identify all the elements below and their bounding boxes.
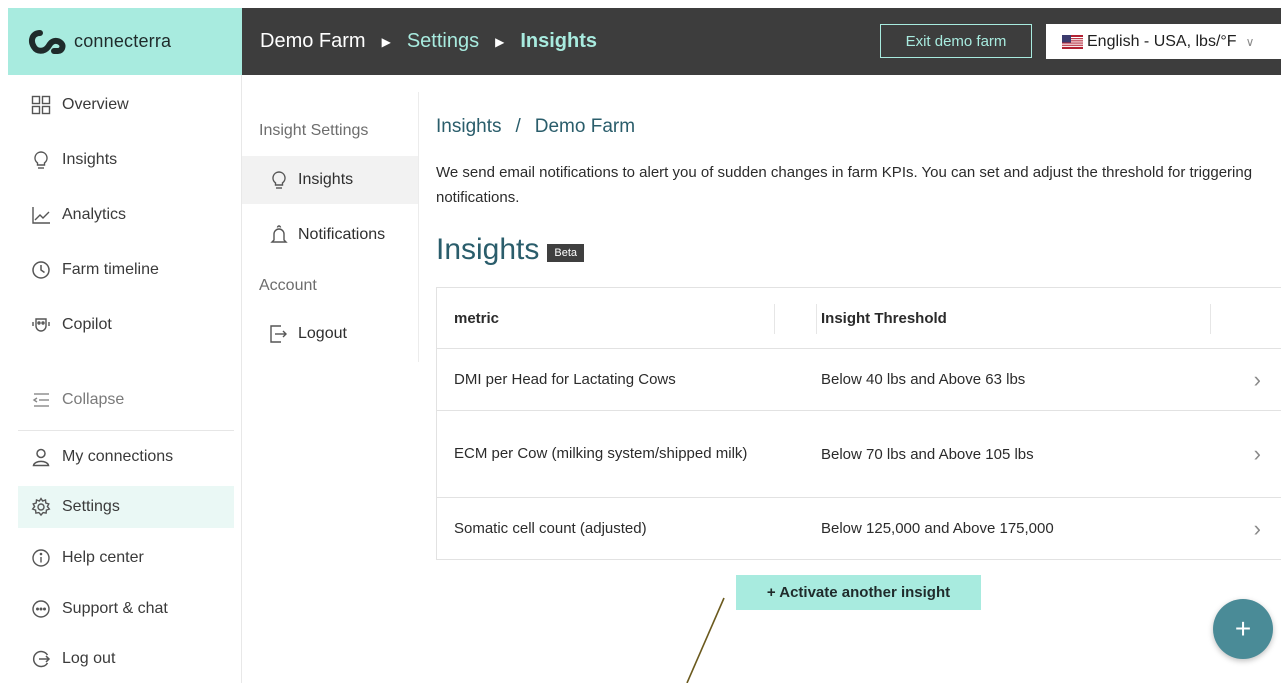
- lightbulb-icon: [268, 169, 290, 191]
- breadcrumb-separator: /: [515, 116, 521, 137]
- sidebar-item-label: Insights: [62, 151, 118, 168]
- insights-table: metric Insight Threshold DMI per Head fo…: [436, 287, 1281, 560]
- connecterra-logo-icon: [29, 29, 66, 54]
- page-title-text: Insights: [436, 233, 540, 266]
- page-breadcrumb: Insights / Demo Farm: [436, 116, 635, 138]
- page-description: We send email notifications to alert you…: [436, 164, 1253, 206]
- sidebar-item-settings[interactable]: Settings: [18, 486, 234, 528]
- gear-icon: [30, 496, 52, 518]
- clock-icon: [30, 259, 52, 281]
- activate-insight-button[interactable]: + Activate another insight: [736, 575, 981, 610]
- collapse-icon: [30, 389, 52, 411]
- collapse-button[interactable]: Collapse: [18, 379, 234, 421]
- sidebar-item-farm-timeline[interactable]: Farm timeline: [18, 249, 234, 291]
- sidebar-item-my-connections[interactable]: My connections: [18, 436, 234, 478]
- page-title: Insights Beta: [436, 233, 585, 267]
- breadcrumb-current: Insights: [520, 30, 597, 52]
- sidebar-item-label: My connections: [62, 448, 174, 465]
- breadcrumb-arrow-icon: ▶: [495, 34, 505, 49]
- language-value: English - USA, lbs/°F: [1087, 32, 1237, 50]
- metric-cell: Somatic cell count (adjusted): [454, 519, 647, 537]
- sidebar-item-label: Analytics: [62, 206, 127, 223]
- sidebar-item-label: Help center: [62, 549, 144, 566]
- column-divider: [774, 304, 775, 334]
- sidebar-item-label: Log out: [62, 650, 116, 667]
- column-divider: [816, 304, 817, 334]
- table-header: metric Insight Threshold: [437, 288, 1281, 349]
- language-select[interactable]: English - USA, lbs/°F ∨: [1046, 24, 1281, 59]
- brand-logo[interactable]: connecterra: [8, 8, 242, 75]
- us-flag-icon: [1062, 34, 1083, 49]
- top-bar: Demo Farm ▶ Settings ▶ Insights Exit dem…: [242, 8, 1281, 75]
- logout-box-icon: [268, 323, 290, 345]
- chart-line-icon: [30, 204, 52, 226]
- user-icon: [30, 446, 52, 468]
- sidebar-item-label: Copilot: [62, 316, 112, 333]
- sidebar-divider: [18, 430, 234, 431]
- breadcrumb-insights-link[interactable]: Insights: [436, 116, 501, 137]
- sidebar-item-log-out[interactable]: Log out: [18, 638, 234, 680]
- sidebar-item-label: Farm timeline: [62, 261, 159, 278]
- threshold-cell: Below 125,000 and Above 175,000: [821, 520, 1054, 537]
- metric-cell: ECM per Cow (milking system/shipped milk…: [454, 445, 748, 462]
- sidebar-item-label: Settings: [62, 498, 120, 515]
- settings-subnav: Insight Settings Insights Notifications …: [242, 92, 419, 362]
- exit-demo-button[interactable]: Exit demo farm: [880, 24, 1032, 58]
- breadcrumb-farm-name: Demo Farm: [534, 116, 636, 137]
- table-row[interactable]: Somatic cell count (adjusted) Below 125,…: [437, 498, 1281, 559]
- chevron-right-icon[interactable]: ›: [1254, 367, 1261, 393]
- breadcrumb-farm[interactable]: Demo Farm: [260, 30, 366, 53]
- fab-add-button[interactable]: +: [1213, 599, 1273, 659]
- column-divider: [1210, 304, 1211, 334]
- column-header-threshold: Insight Threshold: [821, 309, 947, 327]
- metric-cell: DMI per Head for Lactating Cows: [454, 370, 676, 388]
- grid-icon: [30, 94, 52, 116]
- sidebar-item-label: Overview: [62, 96, 129, 113]
- beta-badge: Beta: [547, 244, 585, 262]
- lightbulb-icon: [30, 149, 52, 171]
- bell-icon: [268, 224, 290, 246]
- subnav-item-label: Notifications: [298, 226, 386, 243]
- subnav-item-insights[interactable]: Insights: [242, 156, 418, 204]
- sidebar-item-copilot[interactable]: Copilot: [18, 304, 234, 346]
- subnav-heading-account: Account: [259, 277, 317, 294]
- sidebar-item-label: Support & chat: [62, 600, 168, 617]
- subnav-item-label: Logout: [298, 325, 347, 342]
- chevron-right-icon[interactable]: ›: [1254, 516, 1261, 542]
- sidebar-item-analytics[interactable]: Analytics: [18, 194, 234, 236]
- sidebar-item-help-center[interactable]: Help center: [18, 537, 234, 579]
- threshold-cell: Below 40 lbs and Above 63 lbs: [821, 371, 1026, 388]
- breadcrumb-arrow-icon: ▶: [381, 34, 391, 49]
- column-header-metric: metric: [454, 309, 500, 327]
- table-row[interactable]: DMI per Head for Lactating Cows Below 40…: [437, 349, 1281, 411]
- info-icon: [30, 547, 52, 569]
- subnav-heading-insight-settings: Insight Settings: [259, 122, 369, 139]
- brand-name: connecterra: [74, 31, 172, 51]
- sidebar-item-insights[interactable]: Insights: [18, 139, 234, 181]
- chevron-down-icon: ∨: [1245, 34, 1255, 49]
- sidebar-item-support-chat[interactable]: Support & chat: [18, 588, 234, 630]
- subnav-item-notifications[interactable]: Notifications: [242, 211, 418, 259]
- copilot-icon: [30, 314, 52, 336]
- annotation-line: [686, 597, 725, 683]
- breadcrumb-settings[interactable]: Settings: [407, 30, 479, 53]
- threshold-cell: Below 70 lbs and Above 105 lbs: [821, 445, 1034, 463]
- chat-icon: [30, 598, 52, 620]
- sidebar: Overview Insights Analytics Farm timelin…: [8, 75, 242, 683]
- logout-icon: [30, 648, 52, 670]
- subnav-item-logout[interactable]: Logout: [242, 310, 418, 358]
- subnav-item-label: Insights: [298, 171, 354, 188]
- chevron-right-icon[interactable]: ›: [1254, 441, 1261, 467]
- sidebar-item-overview[interactable]: Overview: [18, 84, 234, 126]
- collapse-label: Collapse: [62, 391, 125, 408]
- table-row[interactable]: ECM per Cow (milking system/shipped milk…: [437, 411, 1281, 498]
